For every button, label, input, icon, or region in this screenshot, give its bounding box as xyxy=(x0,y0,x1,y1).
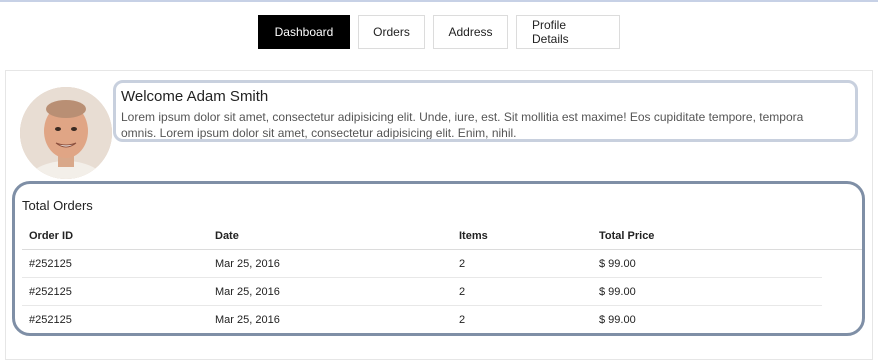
tab-orders[interactable]: Orders xyxy=(358,15,425,49)
column-header-items: Items xyxy=(459,230,488,242)
column-header-order-id: Order ID xyxy=(29,230,74,242)
order-price-cell: $ 99.00 xyxy=(599,286,636,298)
order-items-cell: 2 xyxy=(459,286,466,298)
welcome-box: Welcome Adam Smith Lorem ipsum dolor sit… xyxy=(113,80,858,142)
tab-address[interactable]: Address xyxy=(433,15,508,49)
order-id-cell: #252125 xyxy=(29,286,72,298)
welcome-text-line-2: omnis. Lorem ipsum dolor sit amet, conse… xyxy=(121,126,517,140)
table-row: #252125 Mar 25, 2016 2 $ 99.00 xyxy=(22,250,822,278)
column-header-date: Date xyxy=(215,230,239,242)
tab-dashboard[interactable]: Dashboard xyxy=(258,15,350,49)
table-row: #252125 Mar 25, 2016 2 $ 99.00 xyxy=(22,278,822,306)
welcome-text-line-1: Lorem ipsum dolor sit amet, consectetur … xyxy=(121,110,804,124)
order-price-cell: $ 99.00 xyxy=(599,258,636,270)
top-border xyxy=(0,0,878,2)
table-row: #252125 Mar 25, 2016 2 $ 99.00 xyxy=(22,306,822,333)
order-id-cell: #252125 xyxy=(29,258,72,270)
welcome-title: Welcome Adam Smith xyxy=(121,88,269,105)
order-id-cell: #252125 xyxy=(29,314,72,326)
avatar xyxy=(20,87,112,179)
orders-table: Order ID Date Items Total Price #252125 … xyxy=(22,222,862,333)
orders-box: Total Orders Order ID Date Items Total P… xyxy=(12,181,865,336)
order-items-cell: 2 xyxy=(459,258,466,270)
order-price-cell: $ 99.00 xyxy=(599,314,636,326)
order-date-cell: Mar 25, 2016 xyxy=(215,286,280,298)
table-header-row: Order ID Date Items Total Price xyxy=(22,222,862,250)
orders-title: Total Orders xyxy=(22,198,93,213)
account-tabs: Dashboard Orders Address Profile Details xyxy=(258,15,620,49)
order-date-cell: Mar 25, 2016 xyxy=(215,314,280,326)
column-header-total-price: Total Price xyxy=(599,230,655,242)
order-items-cell: 2 xyxy=(459,314,466,326)
user-photo-icon xyxy=(20,87,112,179)
tab-profile-details[interactable]: Profile Details xyxy=(516,15,620,49)
order-date-cell: Mar 25, 2016 xyxy=(215,258,280,270)
